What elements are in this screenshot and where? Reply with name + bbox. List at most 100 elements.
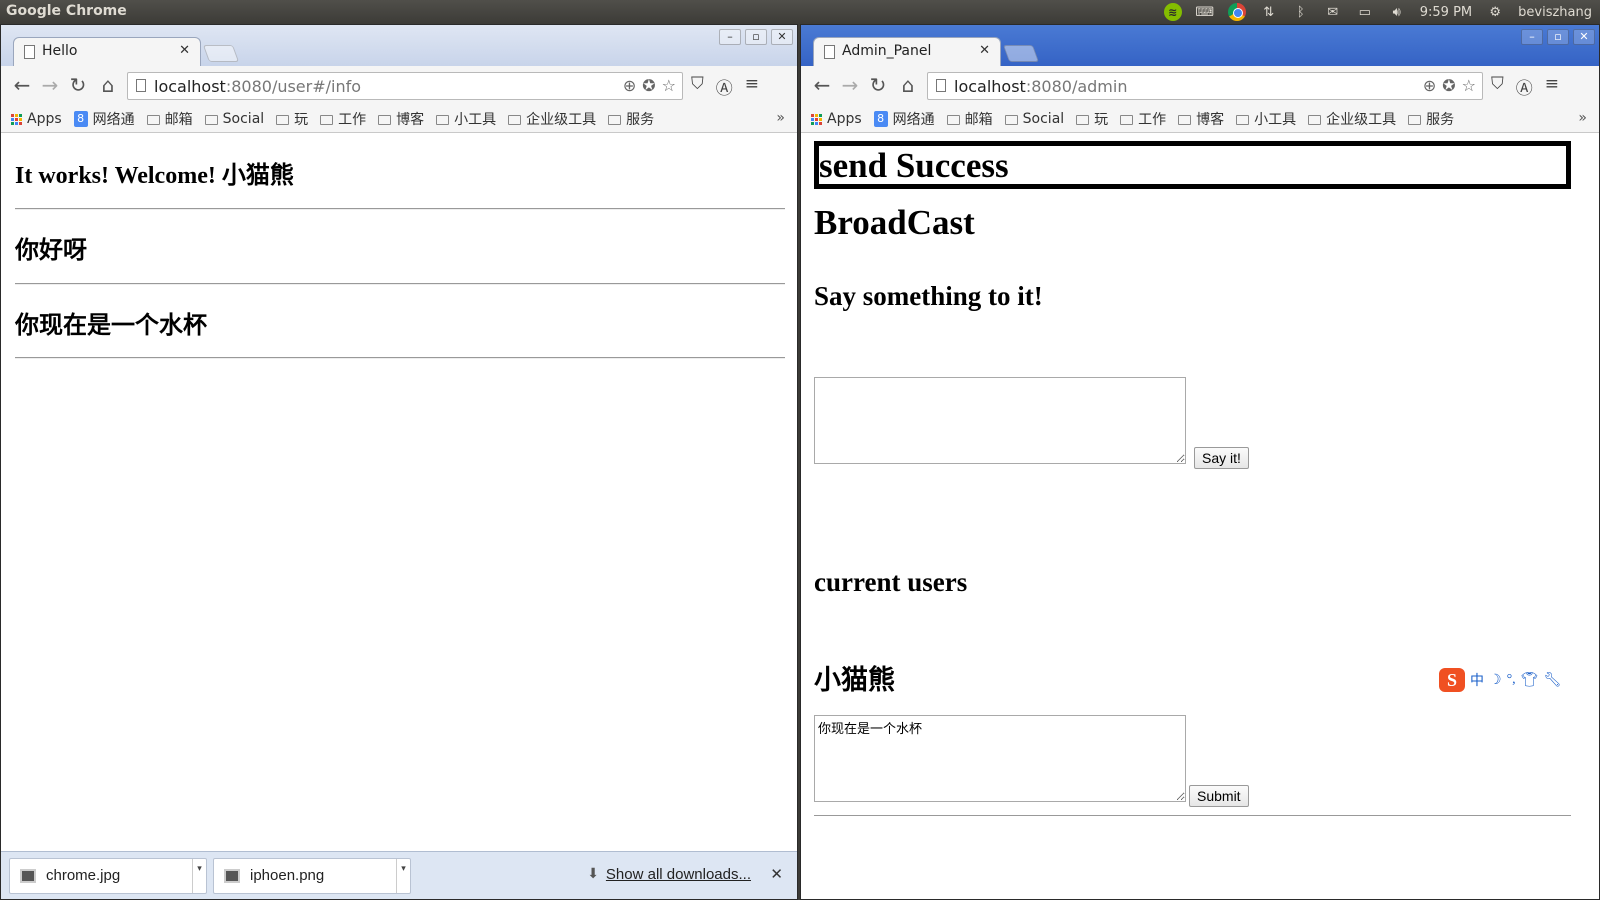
user-message-textarea[interactable]: 你现在是一个水杯: [814, 715, 1186, 802]
bookmark-folder[interactable]: Social: [1004, 111, 1064, 127]
reload-icon[interactable]: ↻: [867, 74, 889, 96]
bookmark-folder[interactable]: 服务: [1408, 109, 1454, 129]
browser-window-user-info: Hello ✕ – ▫ ✕ ← → ↻ ⌂ localhost:8080/use…: [0, 24, 798, 900]
minimize-button[interactable]: –: [1521, 29, 1543, 45]
bookmark-item[interactable]: 8 网络通: [873, 109, 935, 129]
back-arrow-icon[interactable]: ←: [811, 74, 833, 96]
mail-icon[interactable]: ✉: [1324, 3, 1342, 21]
clock[interactable]: 9:59 PM: [1420, 5, 1472, 20]
adblock-icon[interactable]: Ⓐ: [1516, 74, 1533, 99]
close-shelf-icon[interactable]: ✕: [770, 865, 783, 883]
bookmark-folder[interactable]: 服务: [608, 109, 654, 129]
new-tab-button[interactable]: [202, 45, 240, 62]
minimize-button[interactable]: –: [719, 29, 741, 45]
user-name[interactable]: beviszhang: [1518, 5, 1592, 20]
menu-icon[interactable]: ≡: [1545, 74, 1559, 99]
window-titlebar[interactable]: Hello ✕ – ▫ ✕: [1, 25, 797, 66]
bookmark-folder[interactable]: 工作: [320, 109, 366, 129]
settings-gear-icon[interactable]: ⚙: [1486, 3, 1504, 21]
chrome-icon[interactable]: [1227, 3, 1246, 21]
page-content: send Success BroadCast Say something to …: [801, 133, 1599, 899]
bookmark-star-icon[interactable]: ☆: [1462, 76, 1476, 95]
home-icon[interactable]: ⌂: [897, 74, 919, 96]
volume-icon[interactable]: 🔊︎: [1388, 3, 1406, 21]
bookmark-folder[interactable]: Social: [204, 111, 264, 127]
bookmark-folder[interactable]: 企业级工具: [1308, 109, 1396, 129]
maximize-button[interactable]: ▫: [745, 29, 767, 45]
close-window-button[interactable]: ✕: [771, 29, 793, 45]
close-window-button[interactable]: ✕: [1573, 29, 1595, 45]
download-file-name: chrome.jpg: [46, 867, 121, 884]
pocket-icon[interactable]: ⛉: [691, 74, 704, 99]
forward-arrow-icon[interactable]: →: [39, 74, 61, 96]
page-icon: [24, 45, 35, 59]
bookmark-folder[interactable]: 邮箱: [146, 109, 193, 129]
bookmark-star-icon[interactable]: ☆: [662, 76, 676, 95]
forward-arrow-icon[interactable]: →: [839, 74, 861, 96]
bluetooth-icon[interactable]: ᛒ: [1292, 3, 1310, 21]
divider: [15, 283, 785, 285]
broadcast-textarea[interactable]: [814, 377, 1186, 464]
download-menu-chevron-icon[interactable]: ▾: [192, 859, 206, 893]
bookmarks-overflow-chevron[interactable]: »: [776, 110, 785, 126]
folder-icon: [1178, 115, 1192, 125]
address-bar[interactable]: localhost:8080/user#/info ⊕ ✪ ☆: [127, 72, 683, 100]
bookmark-apps[interactable]: Apps: [811, 111, 862, 127]
pocket-icon[interactable]: ⛉: [1491, 74, 1504, 99]
submit-button[interactable]: Submit: [1189, 785, 1249, 807]
current-users-heading: current users: [814, 567, 968, 597]
lightbulb-icon[interactable]: ✪: [1442, 76, 1455, 95]
address-bar[interactable]: localhost:8080/admin ⊕ ✪ ☆: [927, 72, 1483, 100]
divider: [814, 815, 1571, 816]
url-text[interactable]: localhost:8080/admin: [954, 77, 1127, 96]
window-titlebar[interactable]: Admin_Panel ✕ – ▫ ✕: [801, 25, 1599, 66]
download-file-name: iphoen.png: [250, 867, 325, 884]
bookmark-folder[interactable]: 博客: [378, 109, 424, 129]
wrench-icon[interactable]: 🔧︎: [1543, 672, 1561, 689]
ime-mode-chinese[interactable]: 中: [1470, 670, 1484, 690]
shirt-icon[interactable]: 👕︎: [1521, 672, 1539, 689]
network-icon[interactable]: ⇅: [1260, 3, 1278, 21]
tab-close-icon[interactable]: ✕: [179, 43, 190, 58]
reload-icon[interactable]: ↻: [67, 74, 89, 96]
bookmark-folder[interactable]: 玩: [276, 109, 308, 129]
broadcast-title: BroadCast: [814, 203, 975, 242]
bookmark-folder[interactable]: 小工具: [1236, 109, 1296, 129]
bookmark-folder[interactable]: 博客: [1178, 109, 1224, 129]
spotify-icon[interactable]: ≋: [1163, 3, 1182, 21]
say-it-button[interactable]: Say it!: [1194, 447, 1249, 469]
home-icon[interactable]: ⌂: [97, 74, 119, 96]
bookmarks-overflow-chevron[interactable]: »: [1578, 110, 1587, 126]
download-item[interactable]: iphoen.png ▾: [213, 858, 411, 894]
bookmark-apps[interactable]: Apps: [11, 111, 62, 127]
download-item[interactable]: chrome.jpg ▾: [9, 858, 207, 894]
tab-admin-panel[interactable]: Admin_Panel ✕: [813, 37, 1001, 66]
bookmark-folder[interactable]: 企业级工具: [508, 109, 596, 129]
keyboard-icon[interactable]: ⌨: [1195, 3, 1214, 21]
bookmark-folder[interactable]: 邮箱: [946, 109, 993, 129]
zoom-icon[interactable]: ⊕: [623, 76, 636, 95]
bookmark-item[interactable]: 8 网络通: [73, 109, 135, 129]
zoom-icon[interactable]: ⊕: [1423, 76, 1436, 95]
tab-close-icon[interactable]: ✕: [979, 43, 990, 58]
show-all-downloads-link[interactable]: Show all downloads...: [606, 866, 751, 883]
moon-icon[interactable]: ☽: [1489, 672, 1502, 689]
ime-toolbar[interactable]: S 中 ☽ °, 👕︎ 🔧︎: [1439, 668, 1561, 692]
url-text[interactable]: localhost:8080/user#/info: [154, 77, 361, 96]
punctuation-icon[interactable]: °,: [1507, 672, 1516, 688]
back-arrow-icon[interactable]: ←: [11, 74, 33, 96]
menu-icon[interactable]: ≡: [745, 74, 759, 99]
battery-icon[interactable]: ▭: [1356, 3, 1374, 21]
bookmark-folder[interactable]: 玩: [1076, 109, 1108, 129]
folder-icon: [276, 115, 290, 125]
new-tab-button[interactable]: [1002, 45, 1040, 62]
lightbulb-icon[interactable]: ✪: [642, 76, 655, 95]
tab-title: Admin_Panel: [842, 43, 932, 59]
tab-hello[interactable]: Hello ✕: [13, 37, 201, 66]
folder-icon: [1236, 115, 1250, 125]
bookmark-folder[interactable]: 小工具: [436, 109, 496, 129]
maximize-button[interactable]: ▫: [1547, 29, 1569, 45]
bookmark-folder[interactable]: 工作: [1120, 109, 1166, 129]
download-menu-chevron-icon[interactable]: ▾: [396, 859, 410, 893]
adblock-icon[interactable]: Ⓐ: [716, 74, 733, 99]
